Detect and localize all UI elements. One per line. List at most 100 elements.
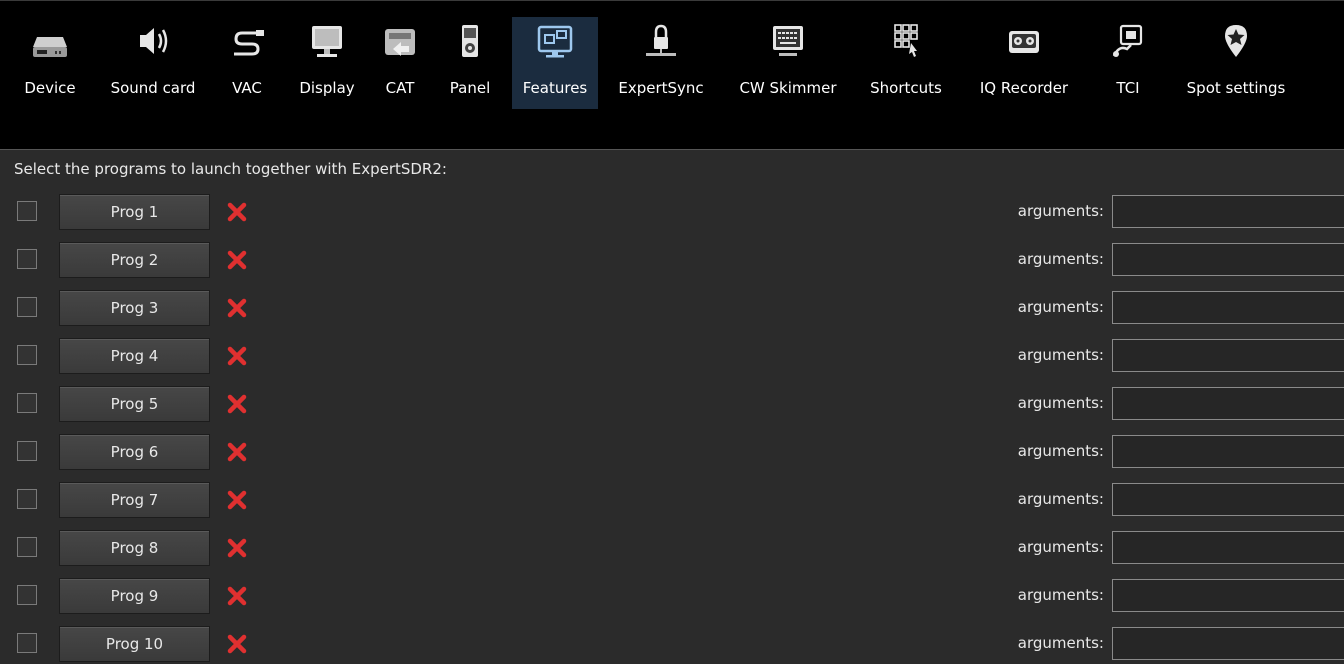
arguments-label: arguments: (1017, 346, 1104, 364)
vac-cable-icon (228, 21, 266, 59)
tab-label: TCI (1116, 79, 1140, 97)
enable-checkbox[interactable] (17, 249, 37, 269)
arguments-input[interactable] (1112, 339, 1344, 372)
arguments-input[interactable] (1112, 387, 1344, 420)
tab-label: CW Skimmer (739, 79, 837, 97)
tab-label: IQ Recorder (979, 79, 1069, 97)
enable-checkbox[interactable] (17, 585, 37, 605)
delete-icon[interactable] (227, 538, 247, 558)
arguments-label: arguments: (1017, 634, 1104, 652)
program-row: Prog 7 arguments: (0, 480, 1344, 520)
enable-checkbox[interactable] (17, 441, 37, 461)
intro-text: Select the programs to launch together w… (14, 160, 447, 178)
shortcuts-grid-icon (887, 21, 925, 59)
tab-label: Device (24, 79, 76, 97)
select-program-button[interactable]: Prog 4 (59, 338, 210, 374)
program-row: Prog 10 arguments: (0, 624, 1344, 664)
features-icon (536, 21, 574, 59)
tab-label: Display (299, 79, 355, 97)
enable-checkbox[interactable] (17, 537, 37, 557)
cat-icon (381, 21, 419, 59)
tape-recorder-icon (1005, 21, 1043, 59)
tab-shortcuts[interactable]: Shortcuts (858, 17, 954, 109)
program-row: Prog 8 arguments: (0, 528, 1344, 568)
tab-spot-settings[interactable]: Spot settings (1176, 17, 1296, 109)
enable-checkbox[interactable] (17, 393, 37, 413)
delete-icon[interactable] (227, 394, 247, 414)
tab-label: ExpertSync (618, 79, 704, 97)
arguments-label: arguments: (1017, 442, 1104, 460)
arguments-label: arguments: (1017, 394, 1104, 412)
panel-icon (451, 21, 489, 59)
arguments-label: arguments: (1017, 490, 1104, 508)
tab-features[interactable]: Features (512, 17, 598, 109)
select-program-button[interactable]: Prog 2 (59, 242, 210, 278)
program-row: Prog 1 arguments: (0, 192, 1344, 232)
delete-icon[interactable] (227, 202, 247, 222)
select-program-button[interactable]: Prog 9 (59, 578, 210, 614)
arguments-input[interactable] (1112, 627, 1344, 660)
enable-checkbox[interactable] (17, 345, 37, 365)
program-row: Prog 2 arguments: (0, 240, 1344, 280)
program-row: Prog 6 arguments: (0, 432, 1344, 472)
enable-checkbox[interactable] (17, 201, 37, 221)
arguments-label: arguments: (1017, 202, 1104, 220)
delete-icon[interactable] (227, 250, 247, 270)
tab-label: Sound card (110, 79, 196, 97)
tab-sound-card[interactable]: Sound card (96, 17, 210, 109)
delete-icon[interactable] (227, 490, 247, 510)
arguments-input[interactable] (1112, 435, 1344, 468)
tci-icon (1109, 21, 1147, 59)
tab-vac[interactable]: VAC (222, 17, 272, 109)
enable-checkbox[interactable] (17, 489, 37, 509)
arguments-input[interactable] (1112, 291, 1344, 324)
tab-tci[interactable]: TCI (1106, 17, 1150, 109)
star-pin-icon (1217, 21, 1255, 59)
tab-iq-recorder[interactable]: IQ Recorder (962, 17, 1086, 109)
arguments-label: arguments: (1017, 298, 1104, 316)
settings-toolbar: Device Sound card VAC Display CAT Panel (0, 0, 1344, 150)
tab-label: Spot settings (1186, 79, 1286, 97)
tab-device[interactable]: Device (18, 17, 82, 109)
delete-icon[interactable] (227, 442, 247, 462)
tab-display[interactable]: Display (288, 17, 366, 109)
tab-panel[interactable]: Panel (440, 17, 500, 109)
program-row: Prog 9 arguments: (0, 576, 1344, 616)
keyboard-icon (769, 21, 807, 59)
program-row: Prog 3 arguments: (0, 288, 1344, 328)
program-row: Prog 5 arguments: (0, 384, 1344, 424)
select-program-button[interactable]: Prog 7 (59, 482, 210, 518)
select-program-button[interactable]: Prog 6 (59, 434, 210, 470)
program-row: Prog 4 arguments: (0, 336, 1344, 376)
select-program-button[interactable]: Prog 8 (59, 530, 210, 566)
arguments-label: arguments: (1017, 250, 1104, 268)
delete-icon[interactable] (227, 634, 247, 654)
enable-checkbox[interactable] (17, 297, 37, 317)
enable-checkbox[interactable] (17, 633, 37, 653)
delete-icon[interactable] (227, 346, 247, 366)
device-icon (31, 21, 69, 59)
delete-icon[interactable] (227, 586, 247, 606)
select-program-button[interactable]: Prog 3 (59, 290, 210, 326)
speaker-icon (134, 21, 172, 59)
arguments-input[interactable] (1112, 531, 1344, 564)
arguments-label: arguments: (1017, 586, 1104, 604)
arguments-input[interactable] (1112, 483, 1344, 516)
arguments-input[interactable] (1112, 195, 1344, 228)
tab-label: VAC (232, 79, 262, 97)
select-program-button[interactable]: Prog 5 (59, 386, 210, 422)
tab-label: Shortcuts (870, 79, 942, 97)
tab-label: Features (522, 79, 588, 97)
arguments-input[interactable] (1112, 579, 1344, 612)
tab-cat[interactable]: CAT (378, 17, 422, 109)
tab-expertsync[interactable]: ExpertSync (606, 17, 716, 109)
lock-icon (642, 21, 680, 59)
tab-label: CAT (385, 79, 415, 97)
tab-label: Panel (449, 79, 491, 97)
tab-cw-skimmer[interactable]: CW Skimmer (724, 17, 852, 109)
delete-icon[interactable] (227, 298, 247, 318)
monitor-icon (308, 21, 346, 59)
select-program-button[interactable]: Prog 1 (59, 194, 210, 230)
arguments-input[interactable] (1112, 243, 1344, 276)
arguments-label: arguments: (1017, 538, 1104, 556)
